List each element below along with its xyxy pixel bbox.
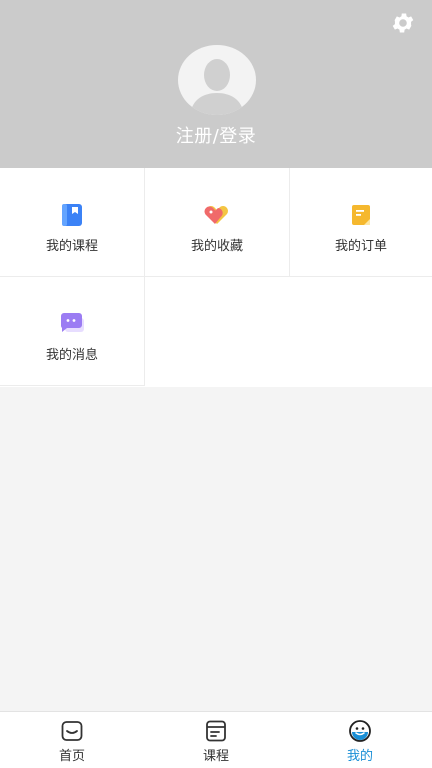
- menu-item-label: 我的收藏: [190, 239, 243, 254]
- tab-label: 首页: [58, 749, 85, 764]
- tab-mine[interactable]: 我的: [288, 712, 432, 768]
- book-icon: [62, 204, 82, 226]
- avatar-silhouette: [190, 59, 244, 115]
- menu-item-my-messages[interactable]: 我的消息: [0, 277, 145, 386]
- login-register-link[interactable]: 注册/登录: [0, 122, 432, 148]
- heart-tag-icon: [204, 206, 228, 224]
- order-note-icon: [352, 205, 370, 225]
- menu-item-my-favorites[interactable]: 我的收藏: [145, 168, 290, 277]
- tab-courses[interactable]: 课程: [144, 712, 288, 768]
- profile-face-icon: [349, 720, 371, 742]
- menu-item-label: 我的消息: [45, 348, 98, 363]
- bottom-tab-bar: 首页 课程 我的: [0, 711, 432, 768]
- tab-home[interactable]: 首页: [0, 712, 144, 768]
- menu-item-label: 我的订单: [334, 239, 387, 254]
- tab-label: 我的: [346, 749, 373, 764]
- gear-icon[interactable]: [390, 10, 416, 36]
- tab-label: 课程: [202, 749, 229, 764]
- course-icon: [206, 720, 226, 742]
- menu-item-my-orders[interactable]: 我的订单: [290, 168, 432, 277]
- home-icon: [61, 721, 83, 741]
- chat-bubble-icon: [61, 313, 84, 332]
- default-avatar-icon[interactable]: [178, 45, 256, 115]
- menu-grid: 我的课程 我的收藏 我的订单 我的消息: [0, 168, 432, 387]
- menu-item-my-courses[interactable]: 我的课程: [0, 168, 145, 277]
- profile-header: 注册/登录: [0, 0, 432, 168]
- menu-item-label: 我的课程: [45, 239, 98, 254]
